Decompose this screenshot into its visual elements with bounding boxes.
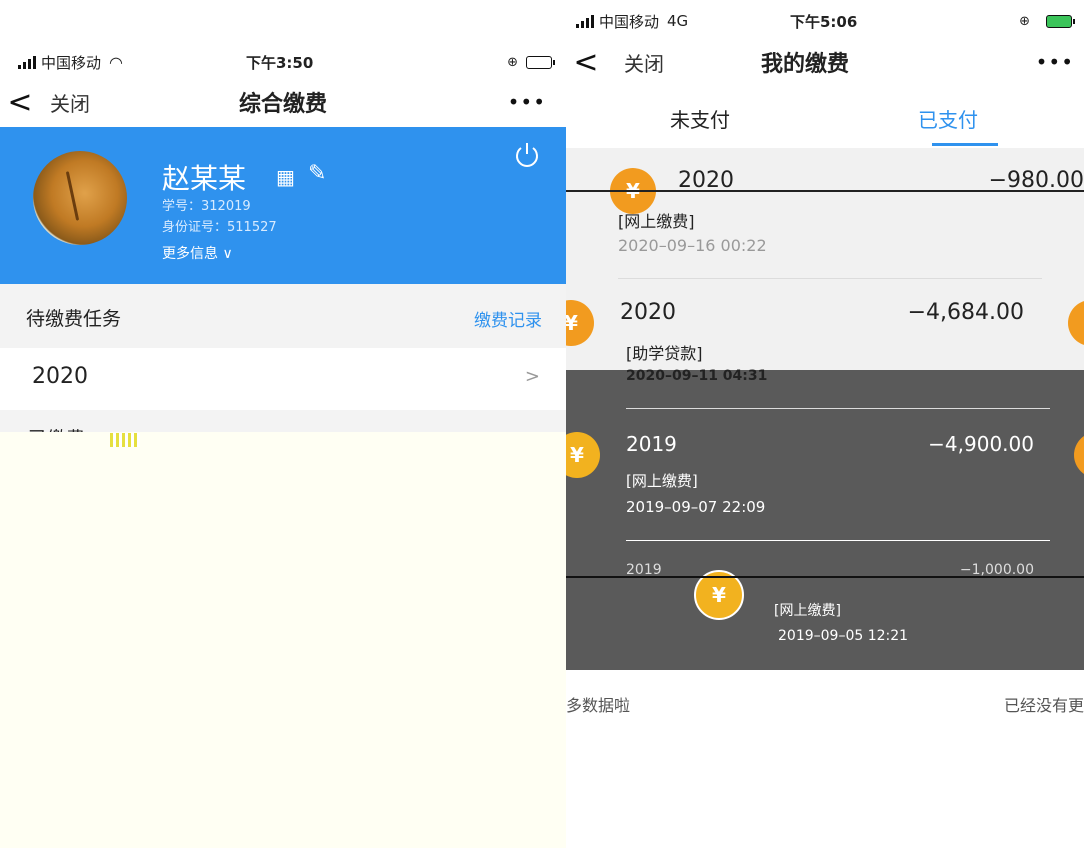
yuan-coin-icon: ¥ <box>1068 300 1084 346</box>
list-item[interactable]: ¥ ¥ 2019 −4,900.00 [网上缴费] 2019–09–07 22:… <box>566 420 1084 530</box>
power-icon[interactable] <box>512 140 542 170</box>
carrier-label: 中国移动 <box>599 12 660 31</box>
more-menu-icon[interactable]: ••• <box>1036 50 1074 74</box>
list-item[interactable]: ¥ 2020 −980.00 [网上缴费] 2020–09–16 00:22 <box>566 150 1084 280</box>
pending-item-row[interactable]: 2020 > <box>0 348 566 410</box>
list-item[interactable]: ¥ 2019 −1,000.00 [网上缴费] 2019–09–05 12:21 <box>566 560 1084 660</box>
divider <box>618 278 1042 279</box>
avatar[interactable] <box>33 151 127 245</box>
end-of-list-text: 多数据啦 <box>566 696 631 715</box>
yuan-coin-icon: ¥ <box>1074 432 1084 478</box>
status-time: 下午5:06 <box>790 12 858 31</box>
record-year: 2019 <box>626 432 677 456</box>
pencil-icon[interactable]: ✎ <box>308 161 326 186</box>
nav-bar: < 关闭 综合缴费 ••• <box>0 80 566 124</box>
user-name: 赵某某 <box>162 162 247 195</box>
record-year: 2020 <box>620 300 676 325</box>
alarm-icon: ⊕ <box>1019 13 1030 29</box>
empty-area <box>0 432 566 848</box>
pending-item-year: 2020 <box>32 364 88 389</box>
carrier-label: 中国移动 <box>41 53 102 72</box>
right-screen: 中国移动 4G 下午5:06 ⊕ < 关闭 我的缴费 ••• 未支付 已支付 ¥… <box>566 0 1084 848</box>
glitch-line <box>566 190 1084 192</box>
record-time: 2020–09–11 04:31 <box>626 368 768 384</box>
close-button[interactable]: 关闭 <box>624 48 664 77</box>
id-card-number: 身份证号：511527 <box>162 220 277 235</box>
pending-title: 待缴费任务 <box>26 308 122 330</box>
pending-section-header: 待缴费任务 缴费记录 <box>0 284 566 348</box>
record-time: 2019–09–07 22:09 <box>626 498 766 516</box>
nav-bar: < 关闭 我的缴费 ••• <box>566 40 1084 84</box>
yuan-coin-icon: ¥ <box>566 300 594 346</box>
close-button[interactable]: 关闭 <box>50 88 90 117</box>
status-time: 下午3:50 <box>246 53 314 72</box>
qr-code-icon[interactable]: ▦ <box>276 165 295 189</box>
more-info-link[interactable]: 更多信息 ∨ <box>162 243 233 263</box>
record-type: [网上缴费] <box>618 212 695 231</box>
signal-icon <box>18 55 36 69</box>
tab-bar: 未支付 已支付 <box>566 92 1084 146</box>
record-type: [助学贷款] <box>626 344 703 363</box>
record-type: [网上缴费] <box>626 472 698 490</box>
signal-icon <box>576 14 594 28</box>
tab-unpaid[interactable]: 未支付 <box>670 104 730 133</box>
more-menu-icon[interactable]: ••• <box>508 90 546 114</box>
payment-record-link[interactable]: 缴费记录 <box>474 306 542 331</box>
record-type: [网上缴费] <box>774 603 841 619</box>
divider <box>626 408 1050 409</box>
record-time: 2020–09–16 00:22 <box>618 236 767 255</box>
divider <box>626 540 1050 541</box>
back-icon[interactable]: < <box>566 45 606 80</box>
back-icon[interactable]: < <box>0 85 40 120</box>
network-label: 4G <box>667 12 689 30</box>
record-time: 2019–09–05 12:21 <box>778 628 909 644</box>
alarm-icon: ⊕ <box>507 54 518 70</box>
charging-battery-icon <box>1046 14 1075 28</box>
record-amount: −4,900.00 <box>928 432 1034 456</box>
left-screen: 中国移动 ◠ 下午3:50 ⊕ < 关闭 综合缴费 ••• 赵某某 ▦ ✎ 学号… <box>0 0 566 848</box>
wifi-icon: ◠ <box>109 52 123 72</box>
record-amount: −4,684.00 <box>907 300 1024 325</box>
glitch-line <box>566 576 1084 578</box>
status-bar: 中国移动 ◠ 下午3:50 ⊕ <box>0 47 566 77</box>
yuan-coin-icon: ¥ <box>566 432 600 478</box>
student-id: 学号：312019 <box>162 199 251 214</box>
status-bar: 中国移动 4G 下午5:06 ⊕ <box>566 6 1084 36</box>
profile-card: 赵某某 ▦ ✎ 学号：312019 身份证号：511527 更多信息 ∨ <box>0 127 566 284</box>
end-of-list-text: 已经没有更 <box>1003 696 1084 715</box>
list-item[interactable]: ¥ ¥ 2020 −4,684.00 [助学贷款] 2020–09–11 04:… <box>566 290 1084 384</box>
battery-icon <box>526 55 555 69</box>
tab-paid[interactable]: 已支付 <box>918 104 978 133</box>
chevron-right-icon: > <box>524 366 540 387</box>
active-tab-indicator <box>932 143 998 146</box>
glitch-artifact <box>110 433 140 447</box>
